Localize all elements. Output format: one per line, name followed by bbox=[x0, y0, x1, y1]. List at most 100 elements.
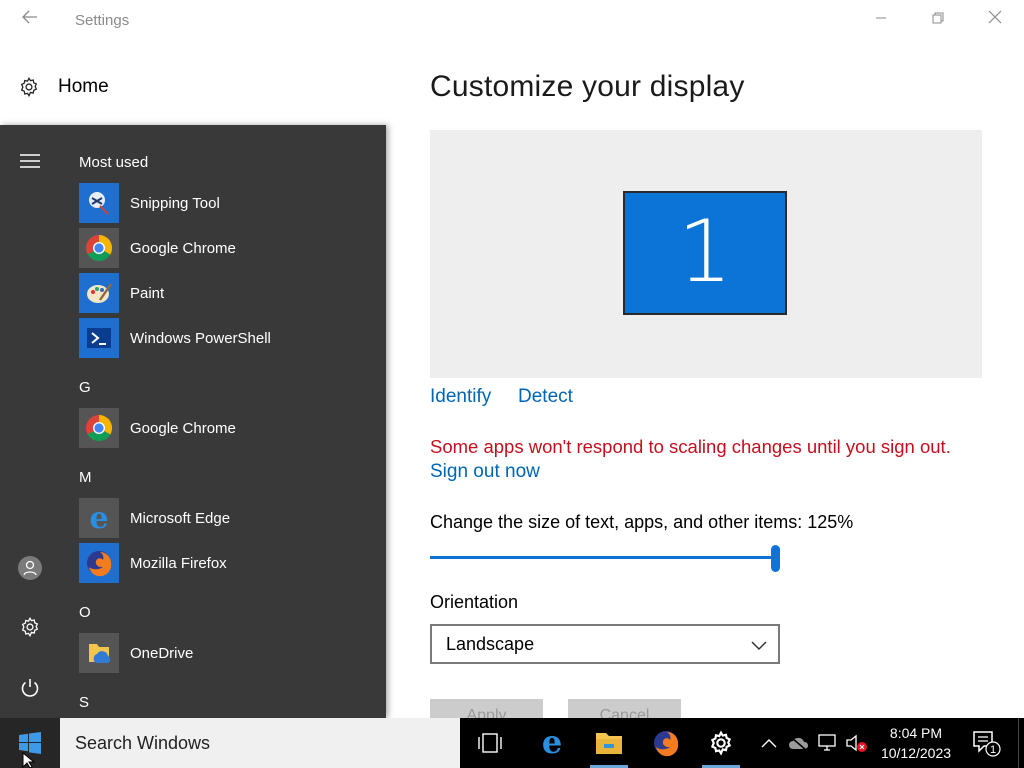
scale-slider-track bbox=[430, 556, 776, 559]
user-avatar-icon bbox=[18, 556, 42, 580]
firefox-icon bbox=[654, 731, 679, 757]
notification-icon: 1 bbox=[973, 731, 1001, 757]
minimize-icon bbox=[876, 17, 886, 19]
apply-button[interactable]: Apply bbox=[430, 699, 543, 719]
show-desktop-button[interactable] bbox=[1018, 718, 1024, 768]
home-label: Home bbox=[58, 76, 109, 97]
power-button[interactable] bbox=[14, 672, 46, 704]
scale-slider[interactable] bbox=[430, 544, 780, 572]
task-view-button[interactable] bbox=[467, 718, 513, 768]
snipping-tool-icon bbox=[79, 183, 119, 223]
settings-button[interactable] bbox=[14, 611, 46, 643]
back-arrow-icon bbox=[22, 10, 37, 24]
app-microsoft-edge[interactable]: e Microsoft Edge bbox=[79, 498, 379, 538]
section-letter-g[interactable]: G bbox=[79, 379, 91, 396]
app-mozilla-firefox[interactable]: Mozilla Firefox bbox=[79, 543, 379, 583]
start-menu: Most used Snipping Tool Google Chrome Pa… bbox=[0, 125, 386, 718]
app-label: Windows PowerShell bbox=[130, 329, 271, 347]
orientation-label: Orientation bbox=[430, 592, 519, 612]
scale-label: Change the size of text, apps, and other… bbox=[430, 512, 854, 532]
expand-button[interactable] bbox=[14, 145, 46, 177]
powershell-icon bbox=[79, 318, 119, 358]
network-icon bbox=[818, 734, 836, 751]
chrome-icon bbox=[79, 408, 119, 448]
app-label: Paint bbox=[130, 284, 165, 302]
search-box[interactable]: Search Windows bbox=[60, 718, 460, 768]
cancel-button[interactable]: Cancel bbox=[568, 699, 681, 719]
app-google-chrome[interactable]: Google Chrome bbox=[79, 408, 379, 448]
edge-icon: e bbox=[542, 728, 562, 758]
page-title: Customize your display bbox=[430, 70, 745, 103]
home-gear-icon bbox=[20, 76, 38, 98]
taskbar-firefox[interactable] bbox=[643, 718, 689, 768]
chrome-icon bbox=[79, 228, 119, 268]
user-account-button[interactable] bbox=[14, 552, 46, 584]
sign-out-link[interactable]: Sign out now bbox=[430, 461, 540, 483]
restore-button[interactable] bbox=[924, 8, 952, 32]
scale-slider-thumb[interactable] bbox=[771, 545, 780, 572]
notification-count: 1 bbox=[990, 744, 996, 756]
onedrive-icon bbox=[79, 633, 119, 673]
app-google-chrome[interactable]: Google Chrome bbox=[79, 228, 379, 268]
chevron-down-icon bbox=[751, 641, 767, 651]
close-icon bbox=[988, 10, 1002, 24]
edge-icon: e bbox=[79, 498, 119, 538]
hamburger-icon bbox=[20, 154, 40, 168]
back-button[interactable] bbox=[14, 8, 46, 32]
clock-time: 8:04 PM bbox=[889, 725, 943, 741]
windows-logo-icon bbox=[19, 732, 41, 754]
onedrive-cloud-icon bbox=[789, 737, 809, 751]
nav-home[interactable]: Home bbox=[18, 72, 109, 102]
app-label: Microsoft Edge bbox=[130, 509, 231, 527]
detect-link[interactable]: Detect bbox=[518, 386, 573, 408]
app-label: Snipping Tool bbox=[130, 194, 220, 212]
title-bar: Settings bbox=[0, 0, 1024, 40]
chevron-up-icon bbox=[761, 739, 777, 748]
display-arrangement-preview: 1 bbox=[430, 130, 982, 378]
firefox-icon bbox=[79, 543, 119, 583]
most-used-header: Most used bbox=[79, 154, 149, 171]
taskbar-settings[interactable] bbox=[698, 718, 744, 768]
identify-link[interactable]: Identify bbox=[430, 386, 491, 408]
app-label: Mozilla Firefox bbox=[130, 554, 227, 572]
tray-onedrive[interactable] bbox=[787, 732, 811, 754]
app-list: Most used Snipping Tool Google Chrome Pa… bbox=[79, 125, 379, 718]
orientation-dropdown[interactable]: Landscape bbox=[430, 624, 780, 664]
tray-volume[interactable] bbox=[845, 732, 869, 754]
settings-gear-icon bbox=[21, 616, 39, 638]
file-explorer-icon bbox=[596, 733, 622, 754]
tray-network[interactable] bbox=[816, 732, 840, 754]
taskbar-edge[interactable]: e bbox=[529, 718, 575, 768]
taskbar: Search Windows e 8:04 PM 10/12/2023 1 bbox=[0, 718, 1024, 768]
start-menu-rail bbox=[0, 125, 60, 718]
section-letter-m[interactable]: M bbox=[79, 469, 92, 486]
app-label: Google Chrome bbox=[130, 419, 236, 437]
app-onedrive[interactable]: OneDrive bbox=[79, 633, 379, 673]
orientation-value: Landscape bbox=[446, 634, 535, 654]
restore-icon bbox=[932, 12, 944, 24]
minimize-button[interactable] bbox=[867, 8, 895, 32]
svg-text:e: e bbox=[89, 503, 108, 533]
show-hidden-icons-button[interactable] bbox=[757, 732, 781, 754]
close-button[interactable] bbox=[981, 8, 1009, 32]
svg-text:e: e bbox=[542, 728, 562, 758]
mouse-cursor-icon bbox=[22, 752, 36, 768]
search-placeholder: Search Windows bbox=[75, 733, 211, 753]
section-letter-s[interactable]: S bbox=[79, 694, 89, 711]
volume-muted-icon bbox=[846, 734, 867, 752]
settings-gear-icon bbox=[710, 730, 732, 756]
taskbar-file-explorer[interactable] bbox=[586, 718, 632, 768]
scaling-warning-text: Some apps won't respond to scaling chang… bbox=[430, 436, 951, 457]
app-windows-powershell[interactable]: Windows PowerShell bbox=[79, 318, 379, 358]
app-snipping-tool[interactable]: Snipping Tool bbox=[79, 183, 379, 223]
window-title: Settings bbox=[75, 12, 130, 29]
app-label: OneDrive bbox=[130, 644, 194, 662]
clock[interactable]: 8:04 PM 10/12/2023 bbox=[874, 723, 958, 763]
section-letter-o[interactable]: O bbox=[79, 604, 91, 621]
action-center-button[interactable]: 1 bbox=[962, 718, 1010, 768]
clock-date: 10/12/2023 bbox=[880, 745, 952, 761]
task-view-icon bbox=[478, 733, 502, 753]
app-paint[interactable]: Paint bbox=[79, 273, 379, 313]
app-label: Google Chrome bbox=[130, 239, 236, 257]
monitor-1-tile[interactable]: 1 bbox=[623, 191, 787, 315]
